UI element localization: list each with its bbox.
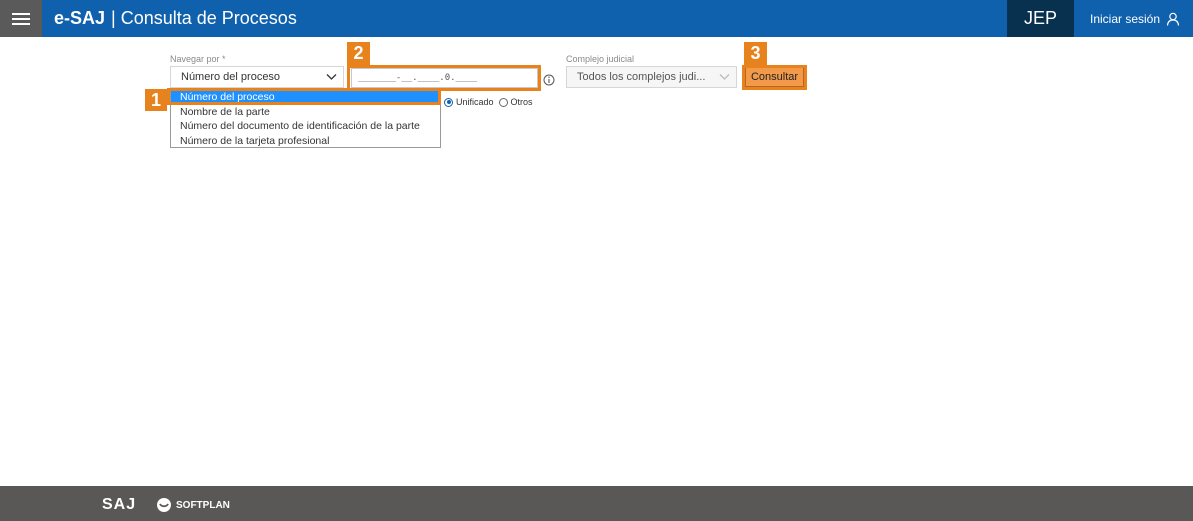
softplan-logo-text: SOFTPLAN	[176, 499, 230, 511]
process-number-input[interactable]: _______-__.____.0.____	[351, 68, 538, 88]
top-bar: e-SAJ | Consulta de Procesos JEP Iniciar…	[0, 0, 1193, 37]
step-badge-3: 3	[744, 42, 767, 65]
step-badge-2: 2	[347, 42, 370, 65]
dropdown-option[interactable]: Nombre de la parte	[171, 105, 440, 120]
chevron-down-icon	[326, 74, 337, 80]
radio-unificado[interactable]	[444, 97, 453, 107]
softplan-logo-icon	[157, 498, 171, 512]
dropdown-option[interactable]: Número de la tarjeta profesional	[171, 134, 440, 149]
title-separator: |	[111, 7, 116, 28]
court-label: JEP	[1007, 0, 1074, 37]
user-icon	[1166, 12, 1180, 26]
app-title: e-SAJ | Consulta de Procesos	[54, 7, 297, 29]
softplan-logo: SOFTPLAN	[156, 496, 230, 514]
saj-logo: SAJ	[102, 496, 137, 513]
page-title: Consulta de Procesos	[120, 7, 297, 28]
page: e-SAJ | Consulta de Procesos JEP Iniciar…	[0, 0, 1193, 521]
consult-button[interactable]: Consultar	[745, 67, 804, 87]
hamburger-menu-icon[interactable]	[0, 0, 42, 37]
login-label: Iniciar sesión	[1090, 11, 1161, 26]
dropdown-option[interactable]: Número del proceso	[171, 90, 440, 105]
navigate-by-value: Número del proceso	[181, 71, 281, 83]
judicial-complex-value: Todos los complejos judi...	[577, 71, 706, 83]
dropdown-option[interactable]: Número del documento de identificación d…	[171, 119, 440, 134]
navigate-by-dropdown: Número del proceso Nombre de la parte Nú…	[170, 89, 441, 148]
chevron-down-icon	[719, 74, 730, 80]
navigate-by-select[interactable]: Número del proceso	[170, 66, 344, 88]
number-type-group: Unificado Otros	[444, 96, 538, 108]
info-icon[interactable]	[543, 74, 555, 86]
radio-otros-label: Otros	[510, 97, 533, 107]
radio-otros[interactable]	[498, 97, 508, 107]
judicial-complex-select[interactable]: Todos los complejos judi...	[566, 66, 737, 88]
brand-name: e-SAJ	[54, 7, 106, 28]
radio-unificado-label: Unificado	[456, 97, 494, 107]
navigate-by-label: Navegar por *	[170, 54, 226, 64]
login-link[interactable]: Iniciar sesión	[1090, 0, 1180, 37]
step-badge-1: 1	[145, 89, 167, 111]
judicial-complex-label: Complejo judicial	[566, 54, 635, 64]
